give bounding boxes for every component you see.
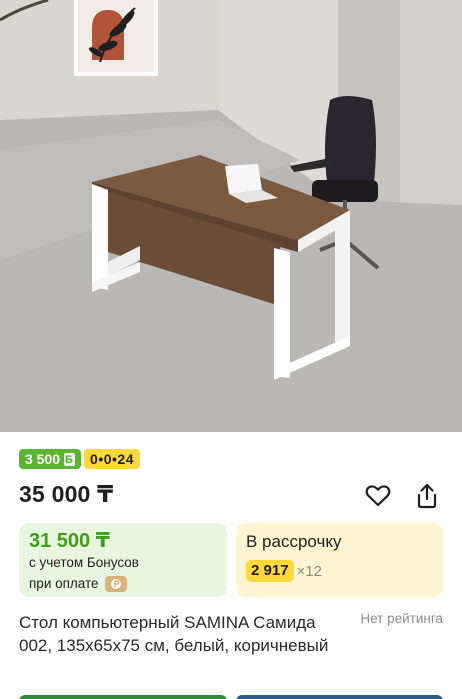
cart-button-edge[interactable] — [236, 695, 443, 699]
buy-button-edge[interactable] — [19, 695, 227, 699]
bonus-price: 31 500 ₸ — [29, 530, 110, 552]
installment-amount: 2 917 — [246, 560, 294, 582]
promo-badges: 3 500 0•0•24 — [19, 449, 140, 470]
payment-icon — [104, 576, 127, 592]
share-button[interactable] — [411, 480, 443, 512]
bonus-currency-icon — [64, 450, 76, 470]
installment-title: В рассрочку — [246, 532, 342, 551]
rating-status[interactable]: Нет рейтинга — [360, 611, 443, 626]
bonus-price-card[interactable]: 31 500 ₸ с учетом Бонусов при оплате — [19, 523, 227, 597]
bonus-description: с учетом Бонусов — [29, 555, 139, 570]
bonus-badge: 3 500 — [19, 449, 82, 470]
bonus-payment-label: при оплате — [29, 576, 99, 591]
installment-multiplier: ×12 — [296, 562, 322, 580]
product-photo[interactable] — [0, 0, 462, 432]
favorite-button[interactable] — [362, 480, 394, 512]
product-price: 35 000 ₸ — [19, 481, 114, 507]
heart-icon — [365, 485, 391, 507]
bonus-badge-value: 3 500 — [25, 451, 61, 467]
installment-card[interactable]: В рассрочку 2 917 ×12 — [236, 523, 443, 597]
share-icon — [417, 483, 437, 509]
installment-badge-value: 0•0•24 — [90, 451, 134, 467]
product-title: Стол компьютерный SAMINA Самида 002, 135… — [19, 613, 329, 655]
product-image — [0, 0, 462, 432]
installment-badge: 0•0•24 — [84, 449, 140, 469]
